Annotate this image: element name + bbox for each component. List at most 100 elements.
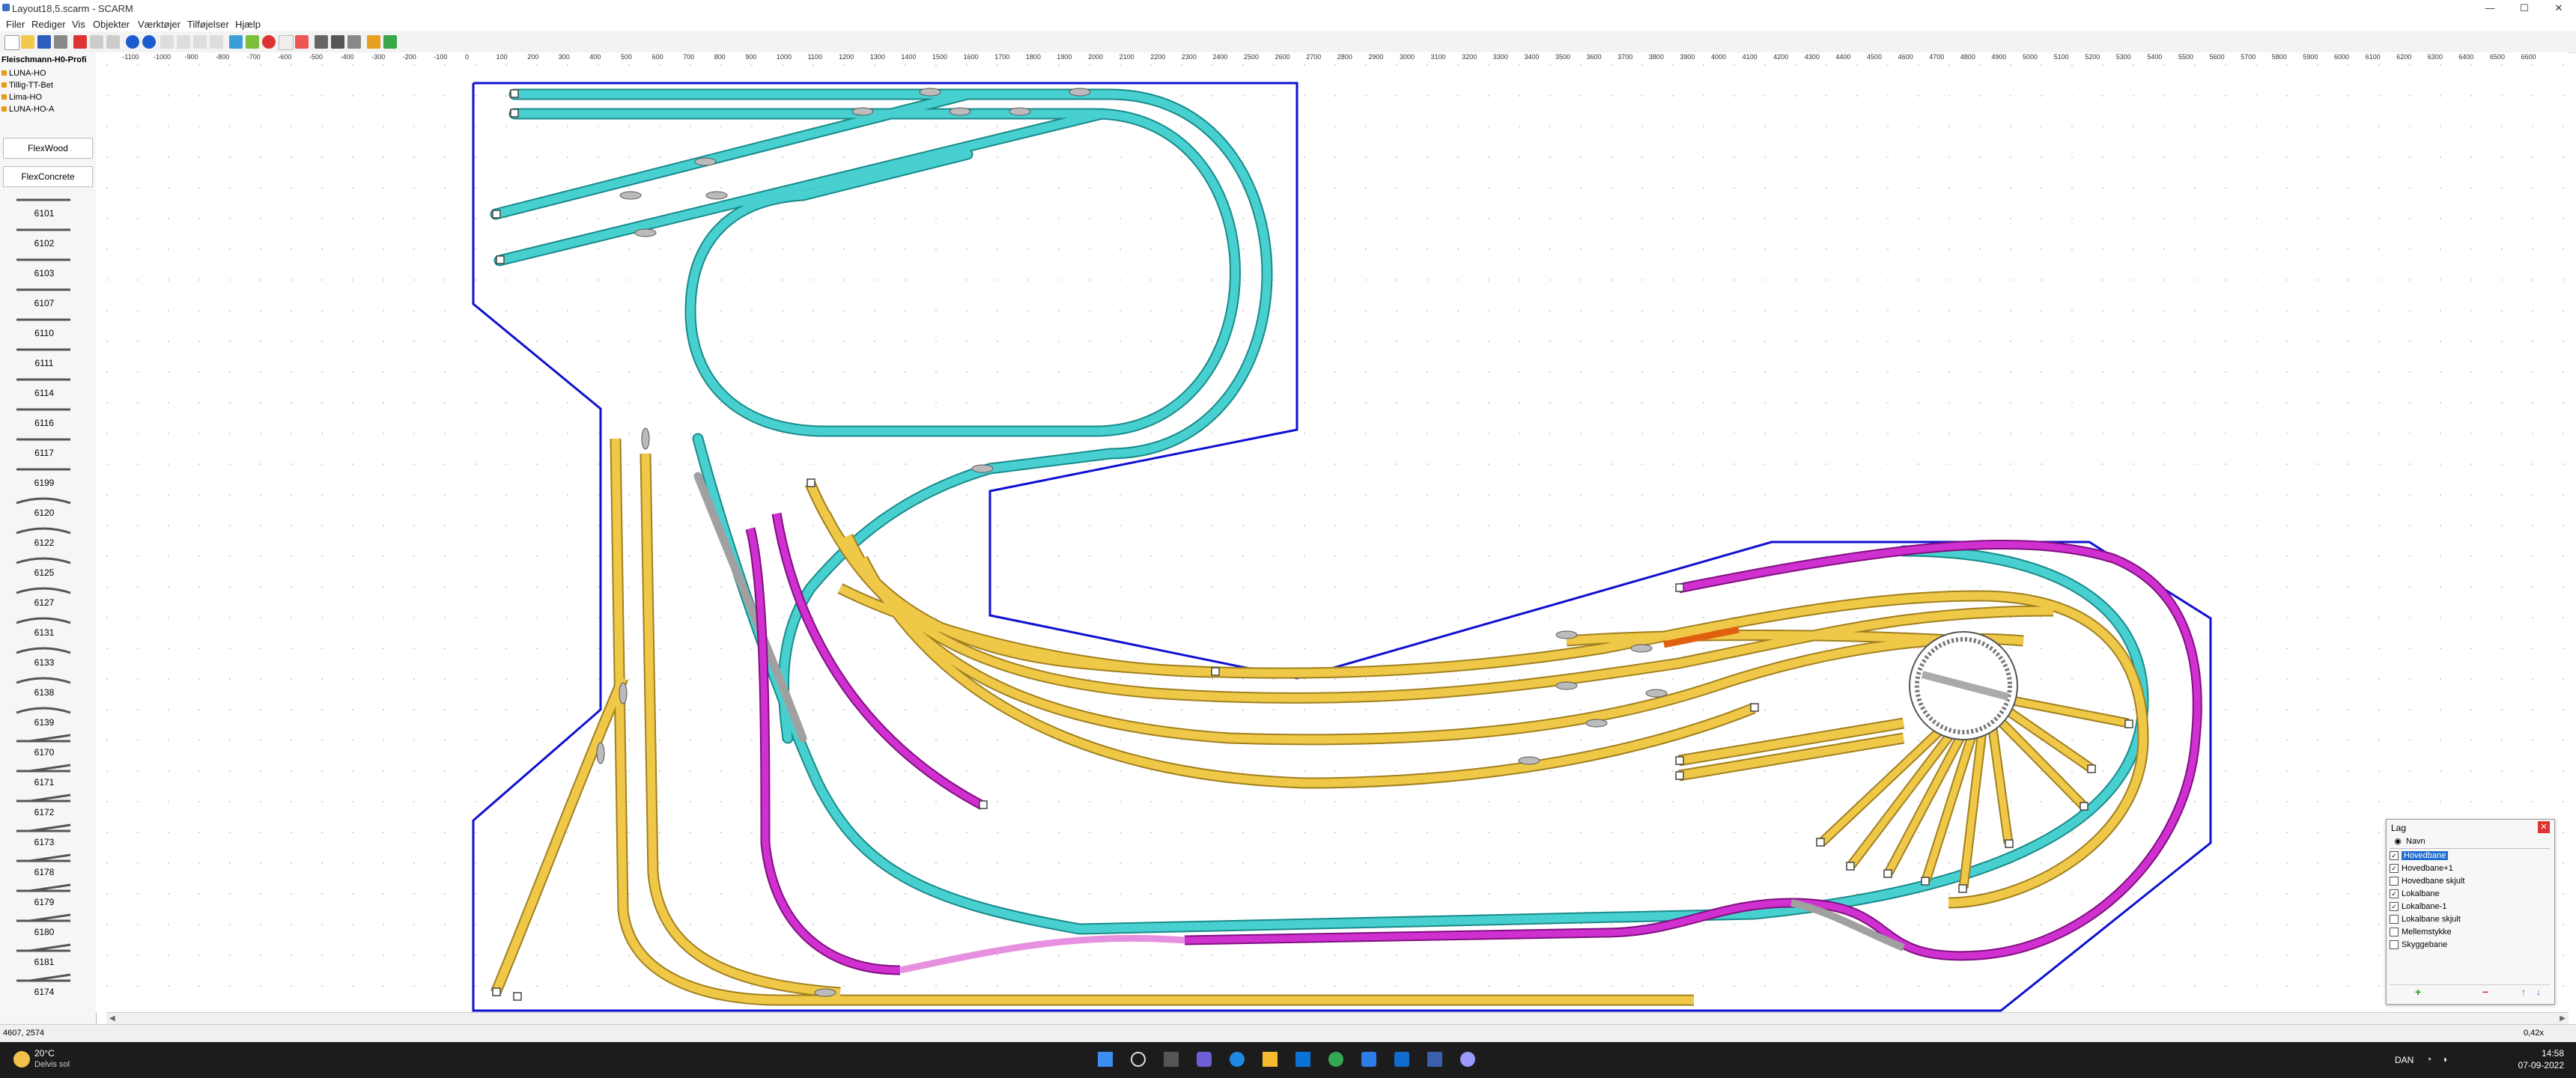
print-icon[interactable] [54,35,67,49]
cut-icon[interactable] [73,35,87,49]
save-icon[interactable] [37,35,51,49]
layer-row[interactable]: ✓ Lokalbane [2390,888,2548,900]
scroll-left-icon[interactable]: ◀ [109,1014,115,1023]
close-button[interactable]: ✕ [2542,0,2576,16]
wifi-icon[interactable]: ◔ [2426,1054,2431,1065]
menu-tools[interactable]: Værktøjer [138,19,180,30]
library-part[interactable]: 6117 [0,431,88,461]
zoom-window-icon[interactable] [210,35,223,49]
clock-date[interactable]: 07-09-2022 [2504,1060,2564,1071]
layer-down-button[interactable]: ↓ [2536,987,2541,997]
library-part[interactable]: 6110 [0,311,88,341]
layer-visibility-checkbox[interactable] [2390,928,2399,937]
maximize-button[interactable]: ☐ [2507,0,2542,16]
layer-row[interactable]: ✓ Hovedbane [2390,850,2548,862]
menu-objects[interactable]: Objekter [93,19,130,30]
library-part[interactable]: 6133 [0,641,88,671]
layer-up-button[interactable]: ↑ [2521,987,2526,997]
undo-icon[interactable] [126,35,139,49]
remove-layer-button[interactable]: − [2482,986,2488,998]
minimize-button[interactable]: — [2473,0,2507,16]
delete-icon[interactable] [295,35,309,49]
clock-time[interactable]: 14:58 [2519,1048,2564,1059]
layer-visibility-checkbox[interactable]: ✓ [2390,902,2399,912]
library-part[interactable]: 6120 [0,491,88,521]
ruler-icon[interactable] [347,35,361,49]
app-d-icon[interactable] [1394,1052,1409,1067]
zoom-out-icon[interactable] [177,35,190,49]
layer-row[interactable]: Lokalbane skjult [2390,913,2548,925]
scarm-taskbar-icon[interactable] [1427,1052,1442,1067]
layers-icon[interactable] [246,35,259,49]
layout-canvas[interactable] [106,64,2569,1012]
library-part[interactable]: 6199 [0,461,88,491]
library-part[interactable]: 6131 [0,611,88,641]
library-part[interactable]: 6103 [0,252,88,281]
zoom-fit-icon[interactable] [193,35,207,49]
store-icon[interactable] [1295,1052,1310,1067]
track-plan[interactable] [106,64,2569,1012]
open-folder-icon[interactable] [21,35,34,49]
library-part[interactable]: 6181 [0,940,88,970]
layer-visibility-checkbox[interactable] [2390,877,2399,886]
layer-row[interactable]: Mellemstykke [2390,926,2548,938]
flex-wood-button[interactable]: FlexWood [3,138,93,159]
library-part[interactable]: 6174 [0,970,88,1000]
train-icon[interactable] [315,35,328,49]
library-part[interactable]: 6180 [0,910,88,940]
flex-concrete-button[interactable]: FlexConcrete [3,166,93,187]
add-layer-button[interactable]: + [2415,986,2421,998]
road-icon[interactable] [331,35,344,49]
library-set[interactable]: LUNA-HO [1,69,46,78]
library-part[interactable]: 6173 [0,820,88,850]
library-set[interactable]: LUNA-HO-A [1,105,55,114]
layer-visibility-checkbox[interactable] [2390,940,2399,950]
3d-view-icon[interactable] [229,35,243,49]
layer-row[interactable]: Skyggebane [2390,939,2548,951]
edge-icon[interactable] [1230,1052,1245,1067]
weather-icon[interactable] [13,1051,30,1068]
library-set[interactable]: Lima-HO [1,93,42,102]
library-part[interactable]: 6102 [0,222,88,252]
stop-icon[interactable] [262,35,276,49]
new-file-icon[interactable] [4,35,19,50]
start-icon[interactable] [1098,1052,1113,1067]
layer-visibility-checkbox[interactable]: ✓ [2390,864,2399,874]
library-part[interactable]: 6116 [0,401,88,431]
menu-view[interactable]: Vis [72,19,85,30]
redo-icon[interactable] [142,35,156,49]
explorer-icon[interactable] [1263,1052,1278,1067]
menu-addons[interactable]: Tilføjelser [187,19,229,30]
task-view-icon[interactable] [1164,1052,1179,1067]
grid-icon[interactable] [279,35,294,50]
library-set[interactable]: Tillig-TT-Bet [1,81,53,90]
library-part[interactable]: 6101 [0,192,88,222]
library-part[interactable]: 6170 [0,731,88,761]
library-part[interactable]: 6138 [0,671,88,701]
library-part[interactable]: 6178 [0,850,88,880]
layer-row[interactable]: ✓ Hovedbane+1 [2390,862,2548,874]
language-indicator[interactable]: DAN [2395,1055,2414,1065]
settings-icon[interactable] [367,35,380,49]
library-part[interactable]: 6171 [0,761,88,791]
chrome-icon[interactable] [1328,1052,1343,1067]
library-part[interactable]: 6107 [0,281,88,311]
layer-visibility-checkbox[interactable]: ✓ [2390,851,2399,861]
menu-edit[interactable]: Rediger [31,19,66,30]
library-header[interactable]: Fleischmann-H0-Profi [1,55,87,64]
zoom-in-icon[interactable] [160,35,174,49]
library-part[interactable]: 6122 [0,521,88,551]
library-part[interactable]: 6179 [0,880,88,910]
library-part[interactable]: 6111 [0,341,88,371]
scroll-right-icon[interactable]: ▶ [2560,1014,2566,1023]
menu-help[interactable]: Hjælp [235,19,261,30]
mail-icon[interactable] [1361,1052,1376,1067]
horizontal-scrollbar[interactable]: ◀ ▶ [106,1012,2569,1025]
run-icon[interactable] [383,35,397,49]
layers-close-icon[interactable]: ✕ [2538,821,2550,833]
layer-visibility-checkbox[interactable] [2390,915,2399,925]
library-part[interactable]: 6125 [0,551,88,581]
library-part[interactable]: 6139 [0,701,88,731]
menu-file[interactable]: Filer [6,19,25,30]
chat-icon[interactable] [1197,1052,1212,1067]
